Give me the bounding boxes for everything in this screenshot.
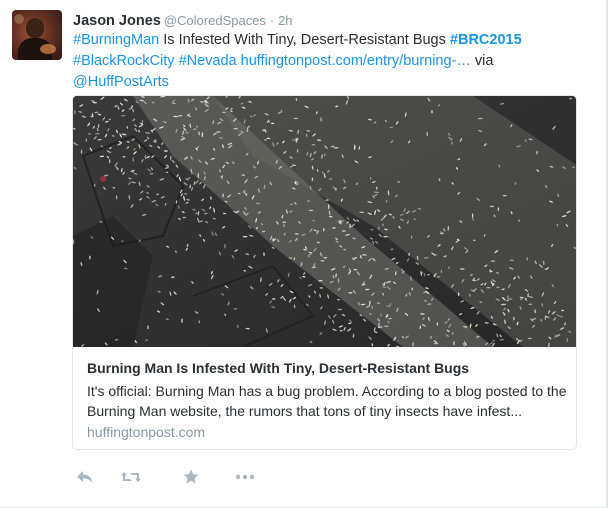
- tweet-timestamp[interactable]: 2h: [278, 13, 292, 28]
- more-icon[interactable]: [234, 466, 256, 488]
- retweet-icon[interactable]: [120, 466, 142, 488]
- card-image[interactable]: [73, 96, 576, 347]
- card-description: It's official: Burning Man has a bug pro…: [87, 383, 567, 419]
- tweet-header: Jason Jones @ColoredSpaces · 2h: [73, 11, 293, 31]
- avatar[interactable]: [12, 10, 62, 60]
- more-icon-glyph: [235, 474, 255, 480]
- retweet-icon-glyph: [121, 472, 141, 482]
- hashtag-blackrockcity[interactable]: #BlackRockCity: [73, 53, 175, 69]
- tweet-text-via: via: [470, 53, 494, 69]
- card-title[interactable]: Burning Man Is Infested With Tiny, Deser…: [87, 359, 567, 377]
- header-separator: ·: [269, 13, 275, 28]
- bug-photo: [73, 96, 576, 347]
- tweet-text: #BurningMan Is Infested With Tiny, Deser…: [73, 30, 563, 93]
- tweet-actions: [74, 466, 274, 490]
- star-icon-glyph: [183, 469, 199, 484]
- link-card[interactable]: Burning Man Is Infested With Tiny, Deser…: [72, 95, 577, 450]
- card-domain[interactable]: huffingtonpost.com: [87, 423, 205, 441]
- hashtag-burningman[interactable]: #BurningMan: [73, 32, 159, 48]
- reply-icon[interactable]: [74, 466, 96, 488]
- author-name[interactable]: Jason Jones: [73, 13, 161, 29]
- author-handle[interactable]: @ColoredSpaces: [164, 13, 266, 28]
- reply-icon-glyph: [77, 471, 93, 483]
- tweet-text-segment: Is Infested With Tiny, Desert-Resistant …: [159, 32, 450, 48]
- article-url-link[interactable]: huffingtonpost.com/entry/burning-…: [241, 53, 471, 69]
- hashtag-brc2015[interactable]: #BRC2015: [450, 32, 522, 48]
- hashtag-nevada[interactable]: #Nevada: [179, 53, 237, 69]
- star-icon[interactable]: [180, 466, 202, 488]
- mention-huffpostarts[interactable]: @HuffPostArts: [73, 74, 169, 90]
